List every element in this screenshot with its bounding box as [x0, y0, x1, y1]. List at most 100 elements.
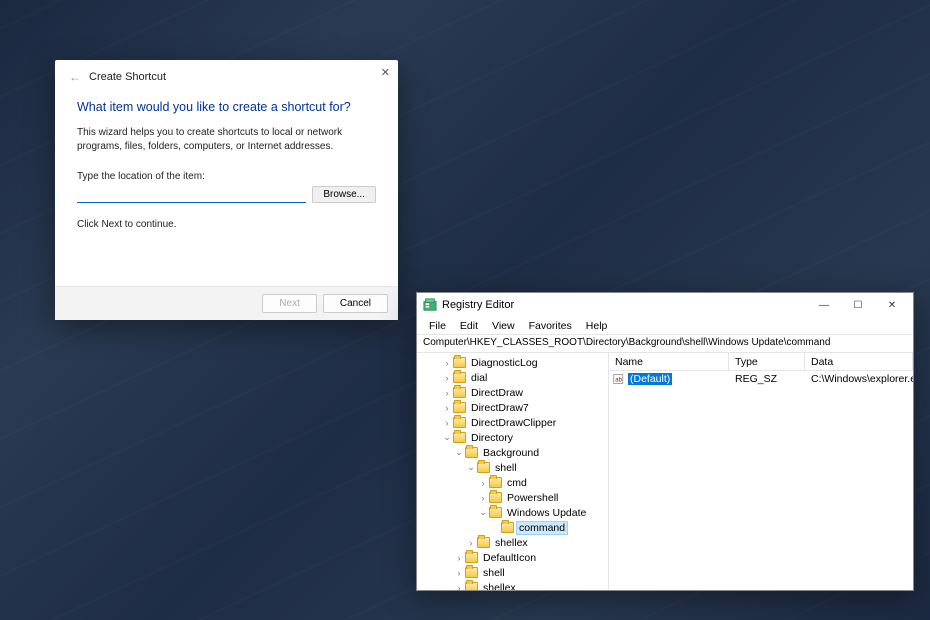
- chevron-down-icon[interactable]: ⌄: [465, 462, 477, 473]
- tree-item[interactable]: › Powershell: [417, 490, 608, 505]
- tree-item[interactable]: ⌄ Windows Update: [417, 505, 608, 520]
- chevron-right-icon[interactable]: ›: [477, 478, 489, 488]
- tree-item-label: Directory: [469, 432, 515, 444]
- tree-item-label: Windows Update: [505, 507, 588, 519]
- chevron-right-icon[interactable]: ›: [441, 418, 453, 428]
- tree-item[interactable]: › cmd: [417, 475, 608, 490]
- chevron-right-icon[interactable]: ›: [453, 568, 465, 578]
- close-icon[interactable]: ✕: [381, 66, 390, 79]
- address-bar[interactable]: Computer\HKEY_CLASSES_ROOT\Directory\Bac…: [417, 335, 913, 353]
- tree-item-label: Powershell: [505, 492, 560, 504]
- folder-icon: [465, 582, 478, 590]
- folder-icon: [453, 387, 466, 398]
- folder-icon: [501, 522, 514, 533]
- tree-item[interactable]: › dial: [417, 370, 608, 385]
- minimize-button[interactable]: —: [807, 293, 841, 317]
- tree-item[interactable]: › shellex: [417, 580, 608, 590]
- tree-item[interactable]: › DirectDraw: [417, 385, 608, 400]
- menu-file[interactable]: File: [423, 319, 452, 333]
- folder-icon: [453, 372, 466, 383]
- tree-item-label: DiagnosticLog: [469, 357, 540, 369]
- tree-item[interactable]: ⌄ Directory: [417, 430, 608, 445]
- folder-icon: [489, 507, 502, 518]
- values-header[interactable]: Name Type Data: [609, 353, 913, 371]
- registry-tree[interactable]: › DiagnosticLog › dial › DirectDraw › DirectDra…: [417, 353, 609, 590]
- tree-item-label: shellex: [481, 582, 518, 591]
- chevron-right-icon[interactable]: ›: [477, 493, 489, 503]
- menubar: File Edit View Favorites Help: [417, 317, 913, 335]
- create-shortcut-dialog: ✕ ← Create Shortcut What item would you …: [55, 60, 398, 320]
- tree-item-label: cmd: [505, 477, 529, 489]
- tree-item-label: Background: [481, 447, 541, 459]
- chevron-right-icon[interactable]: ›: [441, 388, 453, 398]
- chevron-right-icon[interactable]: ›: [441, 373, 453, 383]
- folder-icon: [453, 417, 466, 428]
- folder-icon: [453, 402, 466, 413]
- titlebar[interactable]: Registry Editor — ☐ ✕: [417, 293, 913, 317]
- tree-item-label: DirectDraw7: [469, 402, 531, 414]
- close-button[interactable]: ✕: [875, 293, 909, 317]
- col-header-name[interactable]: Name: [609, 353, 729, 370]
- chevron-down-icon[interactable]: ⌄: [441, 432, 453, 443]
- folder-icon: [453, 357, 466, 368]
- folder-icon: [453, 432, 466, 443]
- tree-item[interactable]: › DefaultIcon: [417, 550, 608, 565]
- menu-help[interactable]: Help: [580, 319, 614, 333]
- maximize-button[interactable]: ☐: [841, 293, 875, 317]
- location-input[interactable]: [77, 185, 306, 203]
- folder-icon: [465, 447, 478, 458]
- chevron-down-icon[interactable]: ⌄: [477, 507, 489, 518]
- tree-item-label: dial: [469, 372, 489, 384]
- tree-item-label: shell: [481, 567, 507, 579]
- tree-item[interactable]: › DiagnosticLog: [417, 355, 608, 370]
- cancel-button[interactable]: Cancel: [323, 294, 388, 313]
- value-data: C:\Windows\explorer.ex: [805, 373, 913, 385]
- tree-item-label: shellex: [493, 537, 530, 549]
- tree-item[interactable]: command: [417, 520, 608, 535]
- location-label: Type the location of the item:: [77, 171, 376, 182]
- menu-edit[interactable]: Edit: [454, 319, 484, 333]
- folder-icon: [489, 477, 502, 488]
- browse-button[interactable]: Browse...: [312, 186, 376, 203]
- chevron-right-icon[interactable]: ›: [465, 538, 477, 548]
- value-name: (Default): [628, 373, 672, 385]
- next-button[interactable]: Next: [262, 294, 317, 313]
- folder-icon: [477, 537, 490, 548]
- continue-hint: Click Next to continue.: [77, 219, 376, 230]
- regedit-app-icon: [423, 298, 437, 312]
- menu-view[interactable]: View: [486, 319, 521, 333]
- tree-item-label: DefaultIcon: [481, 552, 538, 564]
- tree-item[interactable]: ⌄ Background: [417, 445, 608, 460]
- tree-item-label: DirectDraw: [469, 387, 525, 399]
- back-icon[interactable]: ←: [69, 70, 81, 84]
- chevron-down-icon[interactable]: ⌄: [453, 447, 465, 458]
- tree-item[interactable]: › shellex: [417, 535, 608, 550]
- chevron-right-icon[interactable]: ›: [441, 358, 453, 368]
- chevron-right-icon[interactable]: ›: [453, 583, 465, 591]
- folder-icon: [465, 567, 478, 578]
- tree-item[interactable]: › shell: [417, 565, 608, 580]
- tree-item[interactable]: ⌄ shell: [417, 460, 608, 475]
- window-title: Registry Editor: [442, 299, 514, 311]
- registry-editor-window: Registry Editor — ☐ ✕ File Edit View Fav…: [416, 292, 914, 591]
- value-type: REG_SZ: [729, 373, 805, 385]
- folder-icon: [489, 492, 502, 503]
- chevron-right-icon[interactable]: ›: [453, 553, 465, 563]
- string-value-icon: ab: [613, 373, 625, 385]
- menu-favorites[interactable]: Favorites: [523, 319, 578, 333]
- tree-item[interactable]: › DirectDraw7: [417, 400, 608, 415]
- tree-item[interactable]: › DirectDrawClipper: [417, 415, 608, 430]
- svg-text:ab: ab: [615, 377, 622, 383]
- dialog-header-text: Create Shortcut: [89, 71, 166, 83]
- registry-values-pane[interactable]: Name Type Data ab (Default) REG_SZC:\Windo…: [609, 353, 913, 590]
- value-row[interactable]: ab (Default) REG_SZC:\Windows\explorer.ex: [609, 371, 913, 387]
- tree-item-label: shell: [493, 462, 519, 474]
- folder-icon: [477, 462, 490, 473]
- col-header-type[interactable]: Type: [729, 353, 805, 370]
- folder-icon: [465, 552, 478, 563]
- chevron-right-icon[interactable]: ›: [441, 403, 453, 413]
- tree-item-label: DirectDrawClipper: [469, 417, 558, 429]
- tree-item-label: command: [517, 522, 567, 534]
- col-header-data[interactable]: Data: [805, 353, 913, 370]
- dialog-title: What item would you like to create a sho…: [77, 100, 376, 114]
